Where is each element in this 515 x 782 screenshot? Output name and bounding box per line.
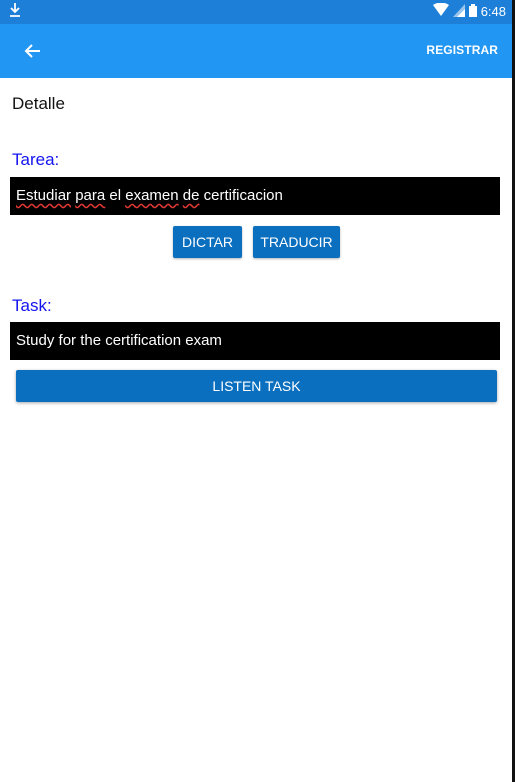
wifi-icon: [432, 2, 449, 20]
download-icon: [9, 2, 21, 23]
dictar-button[interactable]: DICTAR: [173, 226, 242, 258]
app-bar: REGISTRAR: [0, 24, 512, 78]
page-title: Detalle: [12, 94, 65, 113]
task-label: Task:: [12, 296, 52, 315]
tarea-text: el: [105, 187, 126, 204]
tarea-field[interactable]: Estudiar para el examen de certificacion: [10, 177, 500, 215]
tarea-word: Estudiar: [16, 187, 72, 204]
status-bar: 6:48: [0, 0, 512, 24]
status-icons: 6:48: [432, 2, 506, 20]
battery-icon: [468, 3, 477, 20]
signal-icon: [452, 3, 465, 20]
tarea-word: para: [75, 187, 106, 204]
task-field[interactable]: Study for the certification exam: [10, 322, 500, 360]
tarea-word: examen: [125, 187, 179, 204]
tarea-word: de: [182, 187, 200, 204]
status-time: 6:48: [480, 4, 506, 19]
tarea-text: certificacion: [199, 187, 283, 204]
traducir-button[interactable]: TRADUCIR: [253, 226, 340, 258]
listen-task-button[interactable]: LISTEN TASK: [16, 370, 497, 402]
registrar-button[interactable]: REGISTRAR: [426, 43, 498, 57]
tarea-label: Tarea:: [12, 150, 60, 169]
arrow-back-icon[interactable]: [20, 38, 46, 64]
